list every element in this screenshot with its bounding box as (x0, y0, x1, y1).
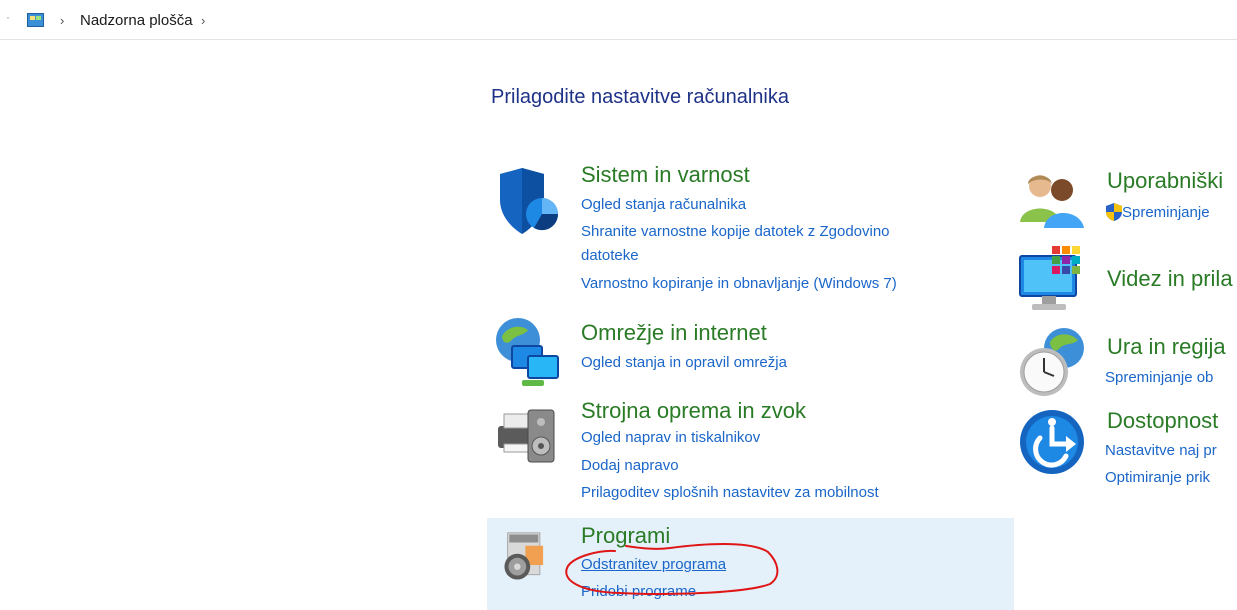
monitor-colors-icon (1019, 246, 1080, 310)
recent-locations-dot[interactable]: · (6, 10, 10, 24)
link-backup-file-history-cont[interactable]: datoteke (581, 247, 639, 264)
link-change-account-type[interactable]: Spreminjanje (1122, 204, 1210, 221)
programs-disc-icon (504, 532, 544, 580)
link-get-programs[interactable]: Pridobi programe (581, 583, 696, 600)
link-network-status-tasks[interactable]: Ogled stanja in opravil omrežja (581, 354, 787, 371)
link-backup-file-history[interactable]: Shranite varnostne kopije datotek z Zgod… (581, 223, 890, 240)
network-globe-icon (496, 318, 559, 386)
clock-globe-icon (1020, 328, 1084, 396)
link-view-computer-status[interactable]: Ogled stanja računalnika (581, 196, 746, 213)
category-title-clock-region[interactable]: Ura in regija (1107, 334, 1226, 360)
link-change-date-time[interactable]: Spreminjanje ob (1105, 369, 1213, 386)
link-mobility-settings[interactable]: Prilagoditev splošnih nastavitev za mobi… (581, 484, 879, 501)
category-title-system-security[interactable]: Sistem in varnost (581, 162, 750, 188)
link-backup-restore-win7[interactable]: Varnostno kopiranje in obnavljanje (Wind… (581, 275, 897, 292)
address-bar[interactable]: · › Nadzorna plošča › (0, 0, 1237, 40)
printer-speaker-icon (498, 409, 555, 463)
category-title-appearance[interactable]: Videz in prila (1107, 266, 1233, 292)
chevron-right-icon[interactable]: › (60, 13, 64, 28)
uac-shield-icon (1106, 203, 1122, 221)
shield-icon (500, 168, 559, 234)
page-title: Prilagodite nastavitve računalnika (491, 86, 789, 108)
category-title-programs[interactable]: Programi (581, 523, 670, 549)
category-title-user-accounts[interactable]: Uporabniški (1107, 168, 1223, 194)
link-uninstall-program[interactable]: Odstranitev programa (581, 556, 726, 573)
link-add-device[interactable]: Dodaj napravo (581, 457, 679, 474)
category-title-network-internet[interactable]: Omrežje in internet (581, 320, 767, 346)
link-devices-printers[interactable]: Ogled naprav in tiskalnikov (581, 429, 760, 446)
link-let-windows-suggest[interactable]: Nastavitve naj pr (1105, 442, 1217, 459)
control-panel-icon (27, 13, 44, 27)
users-icon (1020, 175, 1084, 228)
category-title-ease-of-access[interactable]: Dostopnost (1107, 408, 1218, 434)
accessibility-icon (1020, 410, 1084, 474)
breadcrumb-control-panel[interactable]: Nadzorna plošča (80, 12, 193, 29)
link-optimize-display[interactable]: Optimiranje prik (1105, 469, 1210, 486)
category-title-hardware-sound[interactable]: Strojna oprema in zvok (581, 398, 806, 424)
programs-hover-highlight (487, 518, 1014, 610)
chevron-right-icon[interactable]: › (201, 13, 205, 28)
